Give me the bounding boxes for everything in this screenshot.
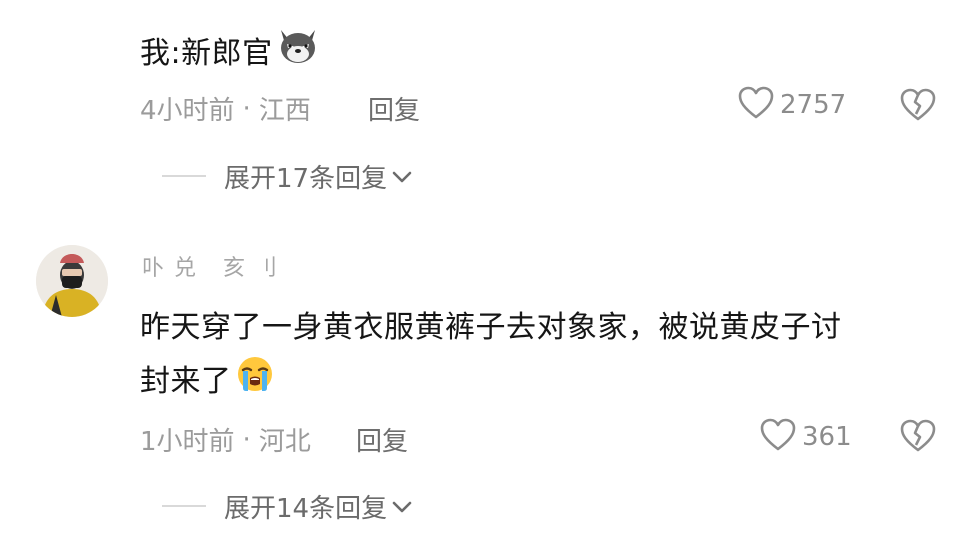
meta-separator: · [242,424,251,455]
avatar[interactable] [36,245,108,317]
dislike-button[interactable] [900,88,936,126]
expand-replies-button[interactable]: 展开14条回复 [224,488,413,525]
comment-text-line-1: 昨天穿了一身黄衣服黄裤子去对象家，被说黄皮子讨 [140,310,842,345]
chevron-down-icon [391,162,413,192]
comment-meta: 4小时前 · 江西 [140,90,311,127]
wolf-emoji-icon [277,26,319,74]
comment-location: 江西 [258,96,311,126]
crying-emoji-icon [234,354,276,402]
comment-text: 我:新郎官 [140,26,319,74]
meta-separator: · [242,93,251,124]
comment-time: 4小时前 [140,96,235,126]
comment-body: 我:新郎官 [140,36,273,71]
reply-button[interactable]: 回复 [356,421,408,458]
broken-heart-icon [900,419,936,457]
like-count: 2757 [780,90,847,120]
expand-divider [162,505,206,507]
like-button[interactable]: 361 [760,418,852,456]
expand-label: 展开14条回复 [224,494,388,524]
broken-heart-icon [900,88,936,126]
dislike-button[interactable] [900,419,936,457]
chevron-down-icon [391,492,413,522]
like-count: 361 [802,422,852,452]
username[interactable]: 卟兑 亥刂 [142,250,287,282]
expand-label: 展开17条回复 [224,164,388,194]
comment-time: 1小时前 [140,427,235,457]
expand-divider [162,175,206,177]
expand-replies-button[interactable]: 展开17条回复 [224,158,413,195]
like-button[interactable]: 2757 [738,86,846,124]
heart-icon [738,86,774,124]
comment-text-line-2: 封来了 [140,354,276,402]
reply-button[interactable]: 回复 [368,90,420,127]
comment-body: 封来了 [140,364,232,399]
comment-location: 河北 [258,427,311,457]
heart-icon [760,418,796,456]
comment-meta: 1小时前 · 河北 [140,421,311,458]
